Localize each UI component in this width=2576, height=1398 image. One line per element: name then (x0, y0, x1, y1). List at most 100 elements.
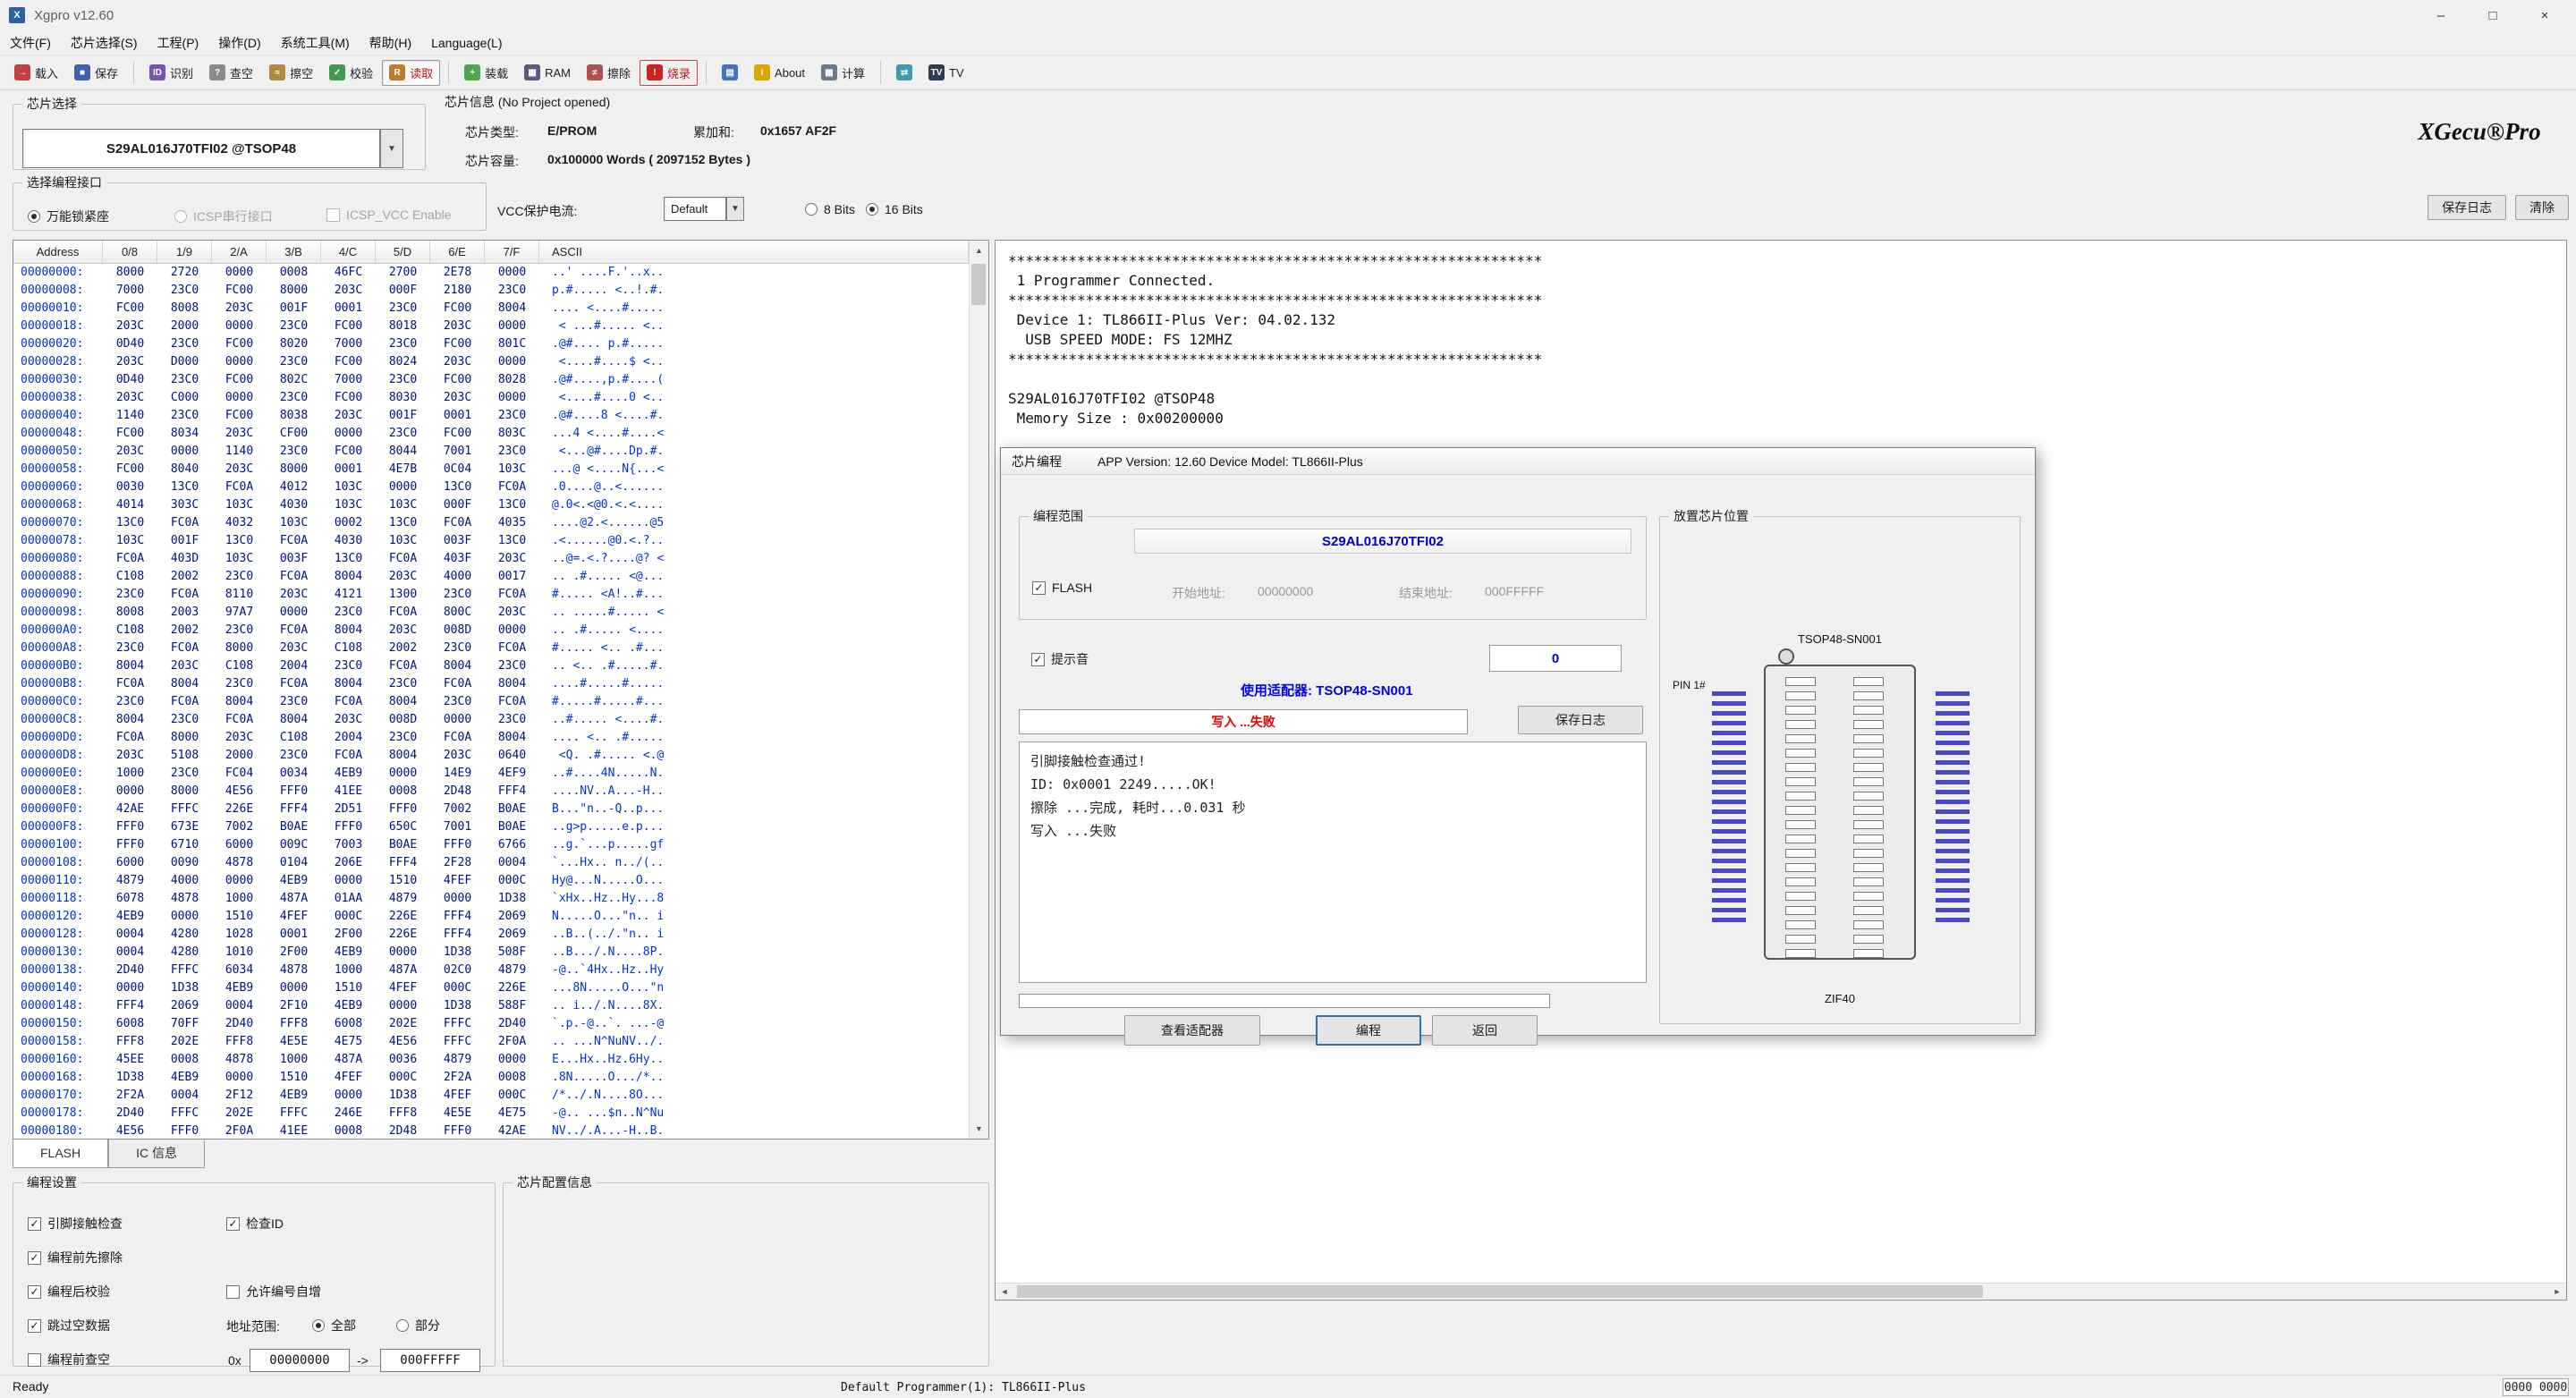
hex-cell[interactable]: 103C (376, 496, 430, 514)
hex-cell[interactable]: 1D38 (157, 979, 212, 997)
hex-cell[interactable]: 6034 (212, 962, 267, 979)
hex-cell[interactable]: 4121 (321, 586, 376, 604)
program-button[interactable]: 编程 (1316, 1015, 1421, 1046)
hex-row[interactable]: 00000080:FC0A403D103C003F13C0FC0A403F203… (13, 550, 969, 568)
hex-cell[interactable]: 0000 (485, 1051, 539, 1069)
hex-cell[interactable]: 009C (267, 836, 321, 854)
toolbar-button-tv[interactable]: TVTV (921, 60, 971, 85)
hex-cell[interactable]: 203C (212, 729, 267, 747)
hex-cell[interactable]: 203C (430, 353, 485, 371)
hex-cell[interactable]: 203C (321, 711, 376, 729)
hex-cell[interactable]: 0000 (376, 765, 430, 783)
hex-cell[interactable]: 203C (212, 461, 267, 479)
hex-row[interactable]: 00000100:FFF067106000009C7003B0AEFFF0676… (13, 836, 969, 854)
hex-cell[interactable]: 42AE (103, 801, 157, 818)
hex-cell[interactable]: FC00 (212, 282, 267, 300)
hex-row[interactable]: 00000158:FFF8202EFFF84E5E4E754E56FFFC2F0… (13, 1033, 969, 1051)
hex-row[interactable]: 00000128:00044280102800012F00226EFFF4206… (13, 926, 969, 944)
hex-cell[interactable]: FC00 (321, 443, 376, 461)
hex-cell[interactable]: 203C (103, 318, 157, 335)
menu-item-3[interactable]: 工程(P) (148, 30, 209, 55)
hex-cell[interactable]: 2D40 (103, 962, 157, 979)
hex-row[interactable]: 00000068:4014303C103C4030103C103C000F13C… (13, 496, 969, 514)
hex-cell[interactable]: B0AE (376, 836, 430, 854)
back-button[interactable]: 返回 (1432, 1015, 1538, 1046)
hex-cell[interactable]: 0090 (157, 854, 212, 872)
hex-cell[interactable]: 6008 (321, 1015, 376, 1033)
hex-cell[interactable]: FC0A (485, 586, 539, 604)
hex-cell[interactable]: FFF0 (430, 1123, 485, 1139)
hex-cell[interactable]: CF00 (267, 425, 321, 443)
hex-cell[interactable]: 23C0 (376, 425, 430, 443)
hex-row[interactable]: 00000048:FC008034203CCF00000023C0FC00803… (13, 425, 969, 443)
toolbar-button-erase-blank[interactable]: ≈擦空 (262, 60, 320, 86)
hex-cell[interactable]: 23C0 (376, 729, 430, 747)
hex-row[interactable]: 00000150:600870FF2D40FFF86008202EFFFC2D4… (13, 1015, 969, 1033)
hex-cell[interactable]: 23C0 (157, 407, 212, 425)
hex-cell[interactable]: 203C (267, 586, 321, 604)
checkbox-check-id[interactable]: ✓检查ID (226, 1215, 284, 1233)
hex-cell[interactable]: 1510 (212, 908, 267, 926)
hex-cell[interactable]: FC0A (376, 657, 430, 675)
hex-cell[interactable]: FFF0 (376, 801, 430, 818)
menu-item-1[interactable]: 文件(F) (0, 30, 61, 55)
hex-cell[interactable]: 97A7 (212, 604, 267, 622)
hex-cell[interactable]: FC0A (267, 532, 321, 550)
hex-cell[interactable]: 2004 (321, 729, 376, 747)
hex-column-header[interactable]: 0/8 (103, 241, 157, 263)
hex-cell[interactable]: 4879 (376, 890, 430, 908)
toolbar-button-about[interactable]: iAbout (747, 60, 812, 85)
hex-cell[interactable]: 23C0 (267, 353, 321, 371)
hex-cell[interactable]: 8008 (157, 300, 212, 318)
hex-cell[interactable]: 1D38 (430, 997, 485, 1015)
hex-cell[interactable]: 103C (267, 514, 321, 532)
hex-cell[interactable]: FC00 (212, 371, 267, 389)
hex-row[interactable]: 000000D0:FC0A8000203CC108200423C0FC0A800… (13, 729, 969, 747)
hex-cell[interactable]: 8004 (485, 300, 539, 318)
hex-cell[interactable]: 2E78 (430, 264, 485, 282)
hex-cell[interactable]: 8110 (212, 586, 267, 604)
hex-cell[interactable]: 203C (376, 622, 430, 640)
hex-cell[interactable]: 202E (157, 1033, 212, 1051)
hex-cell[interactable]: FC00 (430, 300, 485, 318)
hex-cell[interactable]: 42AE (485, 1123, 539, 1139)
hex-cell[interactable]: FC0A (430, 514, 485, 532)
hex-cell[interactable]: FC0A (267, 622, 321, 640)
hex-row[interactable]: 00000118:607848781000487A01AA487900001D3… (13, 890, 969, 908)
scrollbar-thumb[interactable] (971, 264, 986, 305)
hex-cell[interactable]: 103C (321, 479, 376, 496)
hex-cell[interactable]: 23C0 (212, 622, 267, 640)
hex-cell[interactable]: 02C0 (430, 962, 485, 979)
hex-cell[interactable]: FC00 (321, 353, 376, 371)
hex-cell[interactable]: 001F (376, 407, 430, 425)
checkbox-box[interactable]: ✓ (28, 1251, 41, 1265)
hex-cell[interactable]: FC00 (103, 425, 157, 443)
toolbar-button-save[interactable]: ■保存 (67, 60, 125, 86)
hex-column-header[interactable]: 2/A (212, 241, 267, 263)
toolbar-button-program[interactable]: !烧录 (640, 60, 698, 86)
hex-cell[interactable]: 0008 (157, 1051, 212, 1069)
hex-cell[interactable]: FC0A (157, 640, 212, 657)
hex-cell[interactable]: 6766 (485, 836, 539, 854)
hex-cell[interactable]: 4879 (430, 1051, 485, 1069)
hex-cell[interactable]: 8004 (321, 568, 376, 586)
hex-cell[interactable]: 2002 (157, 622, 212, 640)
hex-cell[interactable]: 23C0 (485, 711, 539, 729)
hex-cell[interactable]: 0034 (267, 765, 321, 783)
hex-cell[interactable]: C108 (267, 729, 321, 747)
hex-cell[interactable]: 7001 (430, 443, 485, 461)
hex-cell[interactable]: 003F (430, 532, 485, 550)
close-button[interactable]: × (2519, 0, 2571, 30)
hex-cell[interactable]: FC04 (212, 765, 267, 783)
hex-cell[interactable]: 4280 (157, 944, 212, 962)
hex-cell[interactable]: 1D38 (485, 890, 539, 908)
hex-cell[interactable]: 23C0 (376, 371, 430, 389)
hex-cell[interactable]: 8028 (485, 371, 539, 389)
hex-row[interactable]: 00000108:6000009048780104206EFFF42F28000… (13, 854, 969, 872)
hex-cell[interactable]: 801C (485, 335, 539, 353)
hex-row[interactable]: 00000148:FFF4206900042F104EB900001D38588… (13, 997, 969, 1015)
radio-dot[interactable] (28, 210, 40, 223)
hex-cell[interactable]: 4012 (267, 479, 321, 496)
hex-cell[interactable]: FC0A (157, 693, 212, 711)
hex-cell[interactable]: 2F12 (212, 1087, 267, 1105)
